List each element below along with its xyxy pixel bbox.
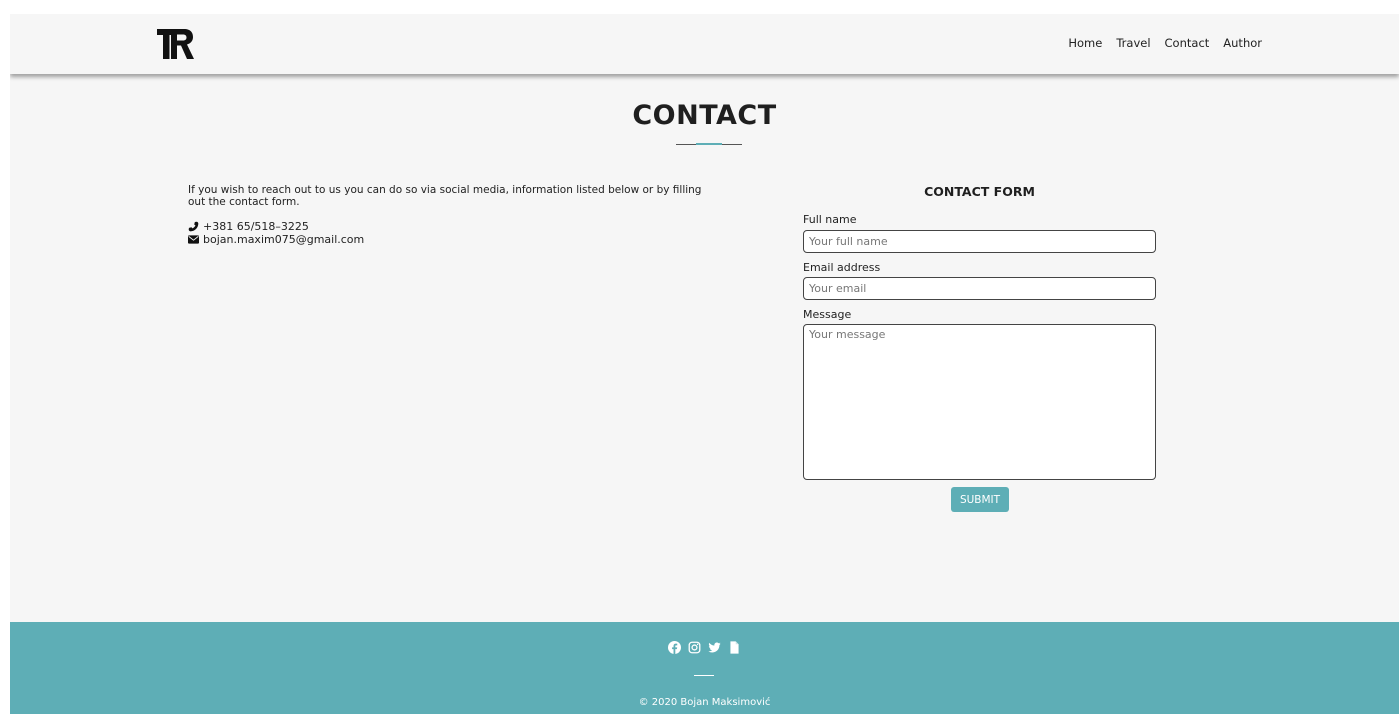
site-logo[interactable]	[156, 26, 196, 62]
instagram-icon[interactable]	[688, 639, 701, 654]
full-name-label: Full name	[803, 213, 857, 226]
email-info: bojan.maxim075@gmail.com	[188, 233, 364, 246]
contact-intro-text: If you wish to reach out to us you can d…	[188, 184, 702, 208]
copyright-text: © 2020 Bojan Maksimović	[638, 697, 771, 708]
envelope-icon	[188, 235, 199, 244]
site-footer: © 2020 Bojan Maksimović	[10, 622, 1399, 714]
page-title: CONTACT	[632, 100, 777, 131]
document-icon[interactable]	[728, 639, 741, 654]
phone-icon	[188, 221, 199, 232]
facebook-icon[interactable]	[668, 639, 681, 654]
footer-divider	[694, 675, 714, 676]
nav-contact[interactable]: Contact	[1165, 36, 1210, 50]
email-address: bojan.maxim075@gmail.com	[203, 233, 365, 246]
email-input[interactable]	[803, 277, 1156, 300]
message-textarea[interactable]	[803, 324, 1156, 480]
main-nav: Home Travel Contact Author	[1068, 36, 1262, 50]
twitter-icon[interactable]	[708, 639, 721, 653]
submit-button[interactable]: SUBMIT	[951, 487, 1009, 512]
site-header: Home Travel Contact Author	[10, 14, 1399, 74]
nav-travel[interactable]: Travel	[1116, 36, 1150, 50]
email-address-label: Email address	[803, 261, 881, 274]
page: Home Travel Contact Author CONTACT If yo…	[10, 14, 1399, 714]
nav-home[interactable]: Home	[1068, 36, 1102, 50]
title-divider-accent	[696, 143, 722, 145]
nav-author[interactable]: Author	[1223, 36, 1262, 50]
contact-form-title: CONTACT FORM	[924, 184, 1035, 199]
social-links	[10, 639, 1399, 654]
logo-mark	[157, 29, 194, 59]
phone-info: +381 65/518–3225	[188, 220, 309, 233]
full-name-input[interactable]	[803, 230, 1156, 253]
message-label: Message	[803, 308, 852, 321]
phone-number: +381 65/518–3225	[203, 220, 309, 233]
